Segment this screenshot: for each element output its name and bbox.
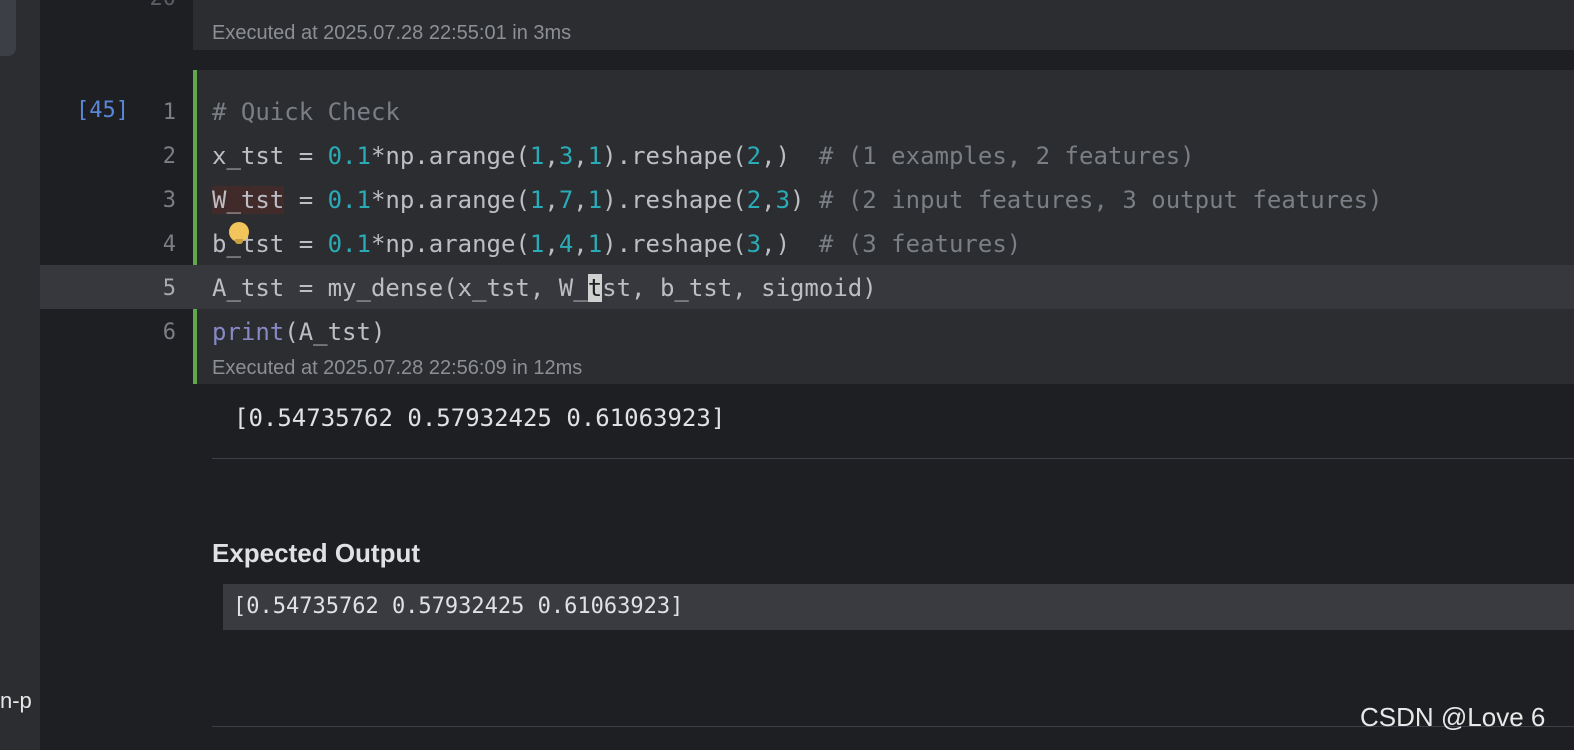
code-token: 7 bbox=[558, 186, 574, 214]
code-token: 2 bbox=[746, 142, 762, 170]
code-token: # (2 input features, 3 output features) bbox=[818, 186, 1383, 214]
code-token: ).reshape( bbox=[602, 230, 747, 258]
code-token: , bbox=[761, 186, 776, 214]
line-number: 6 bbox=[162, 320, 176, 345]
code-token: 3 bbox=[746, 230, 762, 258]
notebook-editor: n-p 20 Executed at 2025.07.28 22:55:01 i… bbox=[0, 0, 1574, 750]
code-token: 4 bbox=[558, 230, 574, 258]
code-token: 1 bbox=[529, 230, 545, 258]
code-token: *np.arange( bbox=[370, 230, 530, 258]
left-sidebar: n-p bbox=[0, 0, 40, 750]
code-token: 1 bbox=[587, 230, 603, 258]
previous-cell-line-number: 20 bbox=[120, 0, 177, 11]
code-token: 2 bbox=[746, 186, 762, 214]
code-token: , bbox=[573, 186, 588, 214]
code-token: 1 bbox=[587, 186, 603, 214]
code-token: print bbox=[212, 318, 285, 346]
markdown-code-text: [0.54735762 0.57932425 0.61063923] bbox=[233, 594, 684, 619]
code-token: x_tst = bbox=[212, 142, 328, 170]
code-token: ) bbox=[790, 186, 819, 214]
code-token: (A_tst) bbox=[284, 318, 386, 346]
code-token: 1 bbox=[529, 142, 545, 170]
watermark: CSDN @Love 6 bbox=[1360, 702, 1546, 732]
code-token: , bbox=[544, 142, 559, 170]
code-token: A_tst = my_dense(x_tst, W_ bbox=[212, 274, 588, 302]
code-token: 0.1 bbox=[327, 186, 371, 214]
code-line[interactable]: print(A_tst) bbox=[212, 310, 385, 354]
cell-output: [0.54735762 0.57932425 0.61063923] bbox=[234, 404, 726, 432]
line-number: 4 bbox=[162, 232, 176, 257]
line-number: 3 bbox=[162, 188, 176, 213]
code-line[interactable]: # Quick Check bbox=[212, 90, 400, 134]
sidebar-tab-handle[interactable] bbox=[0, 0, 16, 56]
line-number: 1 bbox=[162, 100, 176, 125]
code-token: ).reshape( bbox=[602, 142, 747, 170]
markdown-heading: Expected Output bbox=[212, 538, 421, 568]
markdown-code-block: [0.54735762 0.57932425 0.61063923] bbox=[223, 584, 1574, 630]
code-line[interactable]: b_tst = 0.1*np.arange(1,4,1).reshape(3,)… bbox=[212, 222, 1021, 266]
code-line-current[interactable]: A_tst = my_dense(x_tst, W_tst, b_tst, si… bbox=[212, 266, 877, 310]
code-token: , bbox=[573, 142, 588, 170]
code-token: W_tst bbox=[212, 186, 285, 214]
code-token: st, b_tst, sigmoid) bbox=[602, 274, 877, 302]
cell-execution-info: Executed at 2025.07.28 22:56:09 in 12ms bbox=[212, 357, 583, 379]
code-token: t bbox=[587, 274, 603, 302]
code-token: 3 bbox=[558, 142, 574, 170]
code-token: 0.1 bbox=[327, 230, 371, 258]
code-line[interactable]: x_tst = 0.1*np.arange(1,3,1).reshape(2,)… bbox=[212, 134, 1195, 178]
line-number: 2 bbox=[162, 144, 176, 169]
previous-cell-execution-info: Executed at 2025.07.28 22:55:01 in 3ms bbox=[212, 22, 572, 44]
code-token: ,) bbox=[761, 230, 819, 258]
output-divider bbox=[212, 458, 1574, 459]
code-token: # (3 features) bbox=[818, 230, 1022, 258]
code-line[interactable]: W_tst = 0.1*np.arange(1,7,1).reshape(2,3… bbox=[212, 178, 1382, 222]
lightbulb-icon[interactable] bbox=[229, 222, 249, 244]
code-token: ,) bbox=[761, 142, 819, 170]
line-number-current: 5 bbox=[162, 276, 176, 301]
sidebar-partial-label: n-p bbox=[0, 688, 32, 713]
code-token: # Quick Check bbox=[212, 98, 400, 126]
code-token: , bbox=[573, 230, 588, 258]
code-token: 0.1 bbox=[327, 142, 371, 170]
code-token: # (1 examples, 2 features) bbox=[818, 142, 1195, 170]
code-token: , bbox=[544, 230, 559, 258]
code-token: *np.arange( bbox=[370, 142, 530, 170]
code-token: , bbox=[544, 186, 559, 214]
code-token: 1 bbox=[529, 186, 545, 214]
code-token: 1 bbox=[587, 142, 603, 170]
code-token: = bbox=[284, 186, 328, 214]
code-token: 3 bbox=[775, 186, 791, 214]
code-token: ).reshape( bbox=[602, 186, 747, 214]
code-token: *np.arange( bbox=[370, 186, 530, 214]
